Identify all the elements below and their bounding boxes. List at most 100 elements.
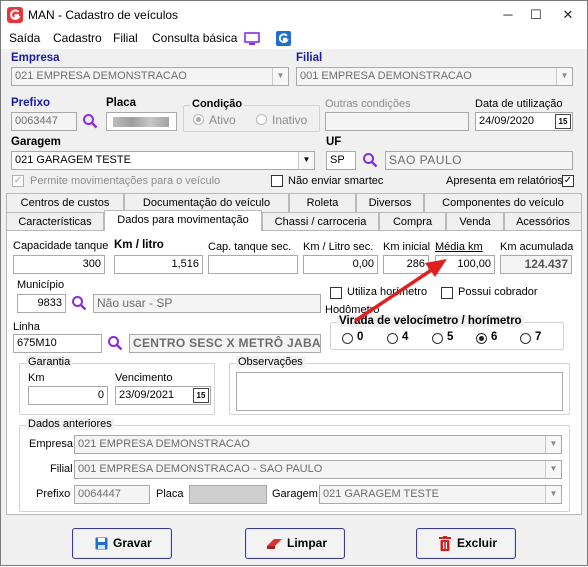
cap-tanque-sec-label: Cap. tanque sec. bbox=[208, 241, 292, 253]
excluir-label: Excluir bbox=[457, 536, 498, 550]
apresenta-relatorios-checkbox[interactable]: ✓ bbox=[562, 175, 574, 187]
menu-saida[interactable]: Saída bbox=[9, 31, 40, 45]
filial-value: 001 EMPRESA DEMONSTRACAO bbox=[300, 70, 472, 82]
garagem-select[interactable]: 021 GARAGEM TESTE ▼ bbox=[11, 151, 315, 170]
menu-consulta-basica[interactable]: Consulta básica bbox=[152, 31, 237, 45]
menu-cadastro[interactable]: Cadastro bbox=[53, 31, 102, 45]
gravar-button[interactable]: Gravar bbox=[72, 528, 172, 559]
capacidade-tanque-input[interactable]: 300 bbox=[13, 255, 105, 274]
menu-filial[interactable]: Filial bbox=[113, 31, 138, 45]
tab-dados-movimentacao[interactable]: Dados para movimentação bbox=[104, 210, 262, 231]
virada-6-label: 6 bbox=[491, 331, 498, 343]
media-km-input[interactable]: 100,00 bbox=[435, 255, 495, 274]
km-litro-label: Km / litro bbox=[114, 239, 164, 251]
uf-label: UF bbox=[326, 136, 342, 148]
menu-bar: Saída Cadastro Filial Consulta básica bbox=[1, 29, 587, 49]
tab-diversos[interactable]: Diversos bbox=[356, 193, 424, 212]
radio-virada-4[interactable] bbox=[387, 333, 398, 344]
km-acumulada-label: Km acumulada bbox=[500, 241, 574, 253]
empresa-label: Empresa bbox=[11, 52, 60, 64]
dados-anteriores-group: Dados anteriores Empresa 021 EMPRESA DEM… bbox=[19, 418, 570, 512]
nao-enviar-smartec-checkbox[interactable] bbox=[271, 175, 283, 187]
cap-tanque-sec-input[interactable] bbox=[208, 255, 298, 274]
minimize-button[interactable]: ─ bbox=[494, 1, 522, 29]
nao-enviar-smartec-label: Não enviar smartec bbox=[288, 175, 384, 187]
prefixo-input[interactable]: 0063447 bbox=[11, 112, 77, 131]
tab-componentes[interactable]: Componentes do veículo bbox=[424, 193, 582, 212]
ant-placa-field bbox=[189, 485, 267, 504]
app-logo-icon bbox=[7, 7, 23, 23]
outras-condicoes-input[interactable] bbox=[325, 112, 469, 131]
tab-acessorios[interactable]: Acessórios bbox=[504, 212, 582, 231]
trash-icon bbox=[439, 536, 451, 551]
uf-input[interactable]: SP bbox=[326, 151, 356, 170]
vencimento-input[interactable]: 23/09/2021 15 bbox=[115, 386, 211, 405]
calendar-icon[interactable]: 15 bbox=[555, 114, 571, 129]
ant-garagem-select[interactable]: 021 GARAGEM TESTE ▼ bbox=[319, 485, 562, 504]
utiliza-horimetro-label: Utiliza horímetro bbox=[347, 286, 428, 298]
linha-code-input[interactable]: 675M10 bbox=[13, 334, 102, 353]
ant-filial-value: 001 EMPRESA DEMONSTRACAO - SAO PAULO bbox=[78, 463, 323, 475]
tab-venda[interactable]: Venda bbox=[446, 212, 504, 231]
media-km-label: Média km bbox=[435, 241, 483, 253]
virada-5-label: 5 bbox=[447, 331, 454, 343]
filial-select[interactable]: 001 EMPRESA DEMONSTRACAO ▼ bbox=[296, 67, 573, 86]
radio-virada-5[interactable] bbox=[432, 333, 443, 344]
garantia-km-input[interactable]: 0 bbox=[28, 386, 108, 405]
utiliza-horimetro-checkbox[interactable] bbox=[330, 287, 342, 299]
condicao-group: Condição Ativo Inativo bbox=[183, 98, 320, 132]
app-g-icon[interactable] bbox=[276, 31, 291, 46]
search-icon[interactable] bbox=[362, 152, 378, 168]
data-utilizacao-value: 24/09/2020 bbox=[479, 115, 535, 127]
gravar-label: Gravar bbox=[113, 536, 152, 550]
ant-placa-label: Placa bbox=[156, 488, 184, 500]
possui-cobrador-label: Possui cobrador bbox=[458, 286, 538, 298]
linha-label: Linha bbox=[13, 321, 40, 333]
tab-chassi-carroceria[interactable]: Chassi / carroceria bbox=[262, 212, 379, 231]
km-inicial-input[interactable]: 286 bbox=[383, 255, 429, 274]
maximize-button[interactable]: ☐ bbox=[522, 1, 550, 29]
observacoes-textarea[interactable] bbox=[236, 372, 563, 411]
calendar-icon[interactable]: 15 bbox=[193, 388, 209, 403]
tab-roleta[interactable]: Roleta bbox=[289, 193, 356, 212]
radio-virada-7[interactable] bbox=[520, 333, 531, 344]
outras-condicoes-label: Outras condições bbox=[325, 98, 411, 110]
possui-cobrador-checkbox[interactable] bbox=[441, 287, 453, 299]
tab-caracteristicas[interactable]: Características bbox=[6, 212, 104, 231]
radio-virada-0[interactable] bbox=[342, 333, 353, 344]
capacidade-tanque-label: Capacidade tanque bbox=[13, 240, 109, 252]
placa-input[interactable] bbox=[106, 112, 177, 131]
km-inicial-label: Km inicial bbox=[383, 241, 431, 253]
close-button[interactable]: ✕ bbox=[550, 1, 586, 29]
search-icon[interactable] bbox=[71, 295, 87, 311]
virada-label: Virada de velocímetro / horímetro bbox=[337, 315, 524, 327]
permite-movimentacoes-checkbox[interactable]: ✓ bbox=[12, 175, 24, 187]
search-icon[interactable] bbox=[82, 113, 98, 129]
km-litro-input[interactable]: 1,516 bbox=[114, 255, 203, 274]
filial-label: Filial bbox=[296, 52, 323, 64]
ant-garagem-value: 021 GARAGEM TESTE bbox=[323, 488, 439, 500]
empresa-value: 021 EMPRESA DEMONSTRACAO bbox=[15, 70, 187, 82]
radio-virada-6[interactable] bbox=[476, 333, 487, 344]
search-icon[interactable] bbox=[107, 335, 123, 351]
municipio-code-input[interactable]: 9833 bbox=[17, 294, 66, 313]
tab-compra[interactable]: Compra bbox=[379, 212, 446, 231]
empresa-select[interactable]: 021 EMPRESA DEMONSTRACAO ▼ bbox=[11, 67, 289, 86]
observacoes-label: Observações bbox=[236, 356, 305, 368]
window-title: MAN - Cadastro de veículos bbox=[28, 8, 179, 22]
prefixo-label: Prefixo bbox=[11, 97, 50, 109]
ant-garagem-label: Garagem bbox=[272, 488, 318, 500]
ant-empresa-select[interactable]: 021 EMPRESA DEMONSTRACAO ▼ bbox=[74, 435, 562, 454]
ant-filial-select[interactable]: 001 EMPRESA DEMONSTRACAO - SAO PAULO ▼ bbox=[74, 460, 562, 479]
ant-empresa-label: Empresa bbox=[29, 438, 74, 450]
radio-ativo[interactable] bbox=[193, 114, 204, 125]
limpar-button[interactable]: Limpar bbox=[245, 528, 345, 559]
excluir-button[interactable]: Excluir bbox=[416, 528, 516, 559]
radio-inativo[interactable] bbox=[256, 114, 267, 125]
data-utilizacao-input[interactable]: 24/09/2020 15 bbox=[475, 112, 573, 131]
monitor-icon[interactable] bbox=[244, 32, 260, 46]
km-litro-sec-input[interactable]: 0,00 bbox=[303, 255, 378, 274]
garantia-group: Garantia Km 0 Vencimento 23/09/2021 15 bbox=[19, 356, 215, 415]
placa-label: Placa bbox=[106, 97, 137, 109]
garagem-label: Garagem bbox=[11, 136, 61, 148]
